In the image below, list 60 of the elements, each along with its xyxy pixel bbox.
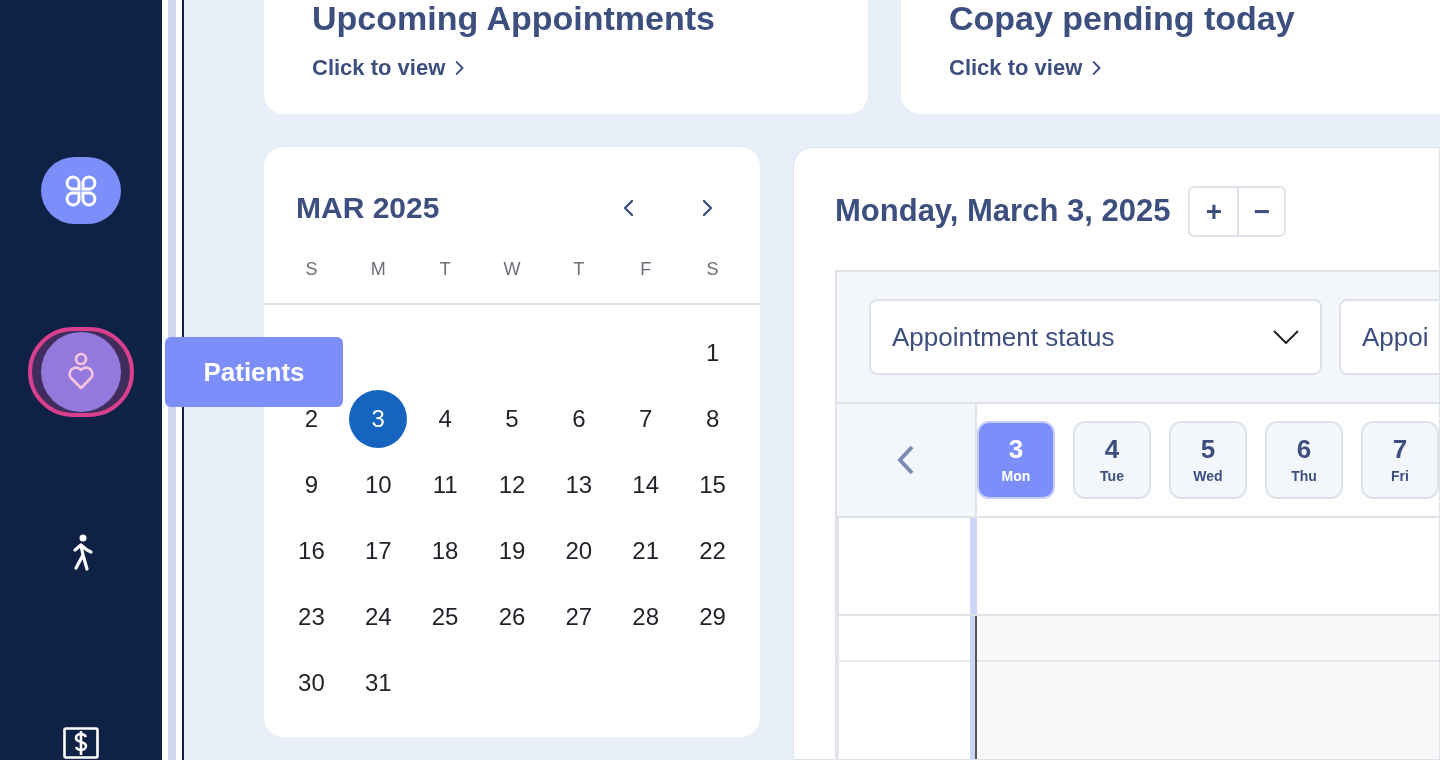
day-chip[interactable]: 4 Tue	[1073, 421, 1151, 499]
chevron-right-icon	[455, 58, 466, 77]
calendar-day[interactable]: 21	[616, 522, 675, 580]
weekday-label: T	[572, 258, 586, 281]
card-title: Upcoming Appointments	[312, 1, 716, 35]
calendar-day[interactable]: 3	[349, 390, 408, 448]
weekday-label: S	[304, 258, 319, 281]
card-title: Copay pending today	[949, 1, 1296, 35]
calendar-day[interactable]: 29	[683, 588, 742, 646]
tooltip: Patients	[165, 337, 343, 407]
calendar-day[interactable]: 19	[483, 522, 541, 580]
calendar-day[interactable]: 26	[483, 588, 541, 646]
grid-icon	[64, 173, 98, 208]
calendar-day[interactable]: 11	[416, 456, 475, 514]
zoom-in-button[interactable]: +	[1190, 188, 1238, 235]
weekday-label: M	[369, 258, 387, 281]
date-title: Monday, March 3, 2025	[835, 192, 1171, 231]
calendar-day[interactable]: 13	[549, 456, 608, 514]
calendar-day[interactable]: 10	[349, 456, 408, 514]
weekday-label: F	[639, 258, 653, 281]
calendar-day[interactable]: 9	[282, 456, 341, 514]
calendar-day[interactable]: 24	[349, 588, 408, 646]
calendar-day[interactable]: 12	[483, 456, 541, 514]
calendar-day[interactable]: 17	[349, 522, 408, 580]
calendar-day[interactable]: 4	[416, 390, 475, 448]
weekday-label: T	[438, 258, 452, 281]
chevron-left-icon	[897, 445, 915, 475]
view-link[interactable]: Click to view	[949, 51, 1413, 84]
weekday-label: S	[705, 258, 720, 281]
calendar-day[interactable]: 31	[349, 654, 408, 712]
calendar-day[interactable]: 6	[549, 390, 608, 448]
calendar-day[interactable]: 23	[282, 588, 341, 646]
calendar-day[interactable]: 18	[416, 522, 475, 580]
calendar-day[interactable]: 8	[683, 390, 742, 448]
calendar-day[interactable]: 1	[683, 324, 742, 382]
chevron-right-icon	[1092, 58, 1103, 77]
day-chip[interactable]: 7 Fri	[1361, 421, 1439, 499]
dollar-icon	[63, 727, 99, 760]
calendar-day[interactable]: 15	[683, 456, 742, 514]
calendar-day[interactable]: 30	[282, 654, 341, 712]
filter-dropdown[interactable]: Appointment status	[869, 299, 1322, 375]
day-chip[interactable]: 6 Thu	[1265, 421, 1343, 499]
calendar-day[interactable]: 14	[616, 456, 675, 514]
calendar-day[interactable]: 28	[616, 588, 675, 646]
chevron-right-icon	[702, 198, 714, 217]
calendar-day[interactable]: 16	[282, 522, 341, 580]
calendar-day[interactable]: 25	[416, 588, 475, 646]
day-chip[interactable]: 5 Wed	[1169, 421, 1247, 499]
filter-dropdown[interactable]: Appoi	[1339, 299, 1439, 375]
calendar-day[interactable]: 5	[483, 390, 541, 448]
view-link[interactable]: Click to view	[312, 51, 820, 84]
calendar-day[interactable]: 7	[616, 390, 675, 448]
chevron-left-icon	[622, 198, 634, 217]
chevron-down-icon	[1273, 330, 1299, 344]
zoom-out-button[interactable]: −	[1237, 188, 1285, 235]
month-label: MAR 2025	[296, 190, 441, 226]
weekday-label: W	[502, 258, 522, 281]
calendar-day[interactable]: 27	[549, 588, 608, 646]
calendar-day[interactable]: 20	[549, 522, 608, 580]
calendar-day[interactable]: 22	[683, 522, 742, 580]
